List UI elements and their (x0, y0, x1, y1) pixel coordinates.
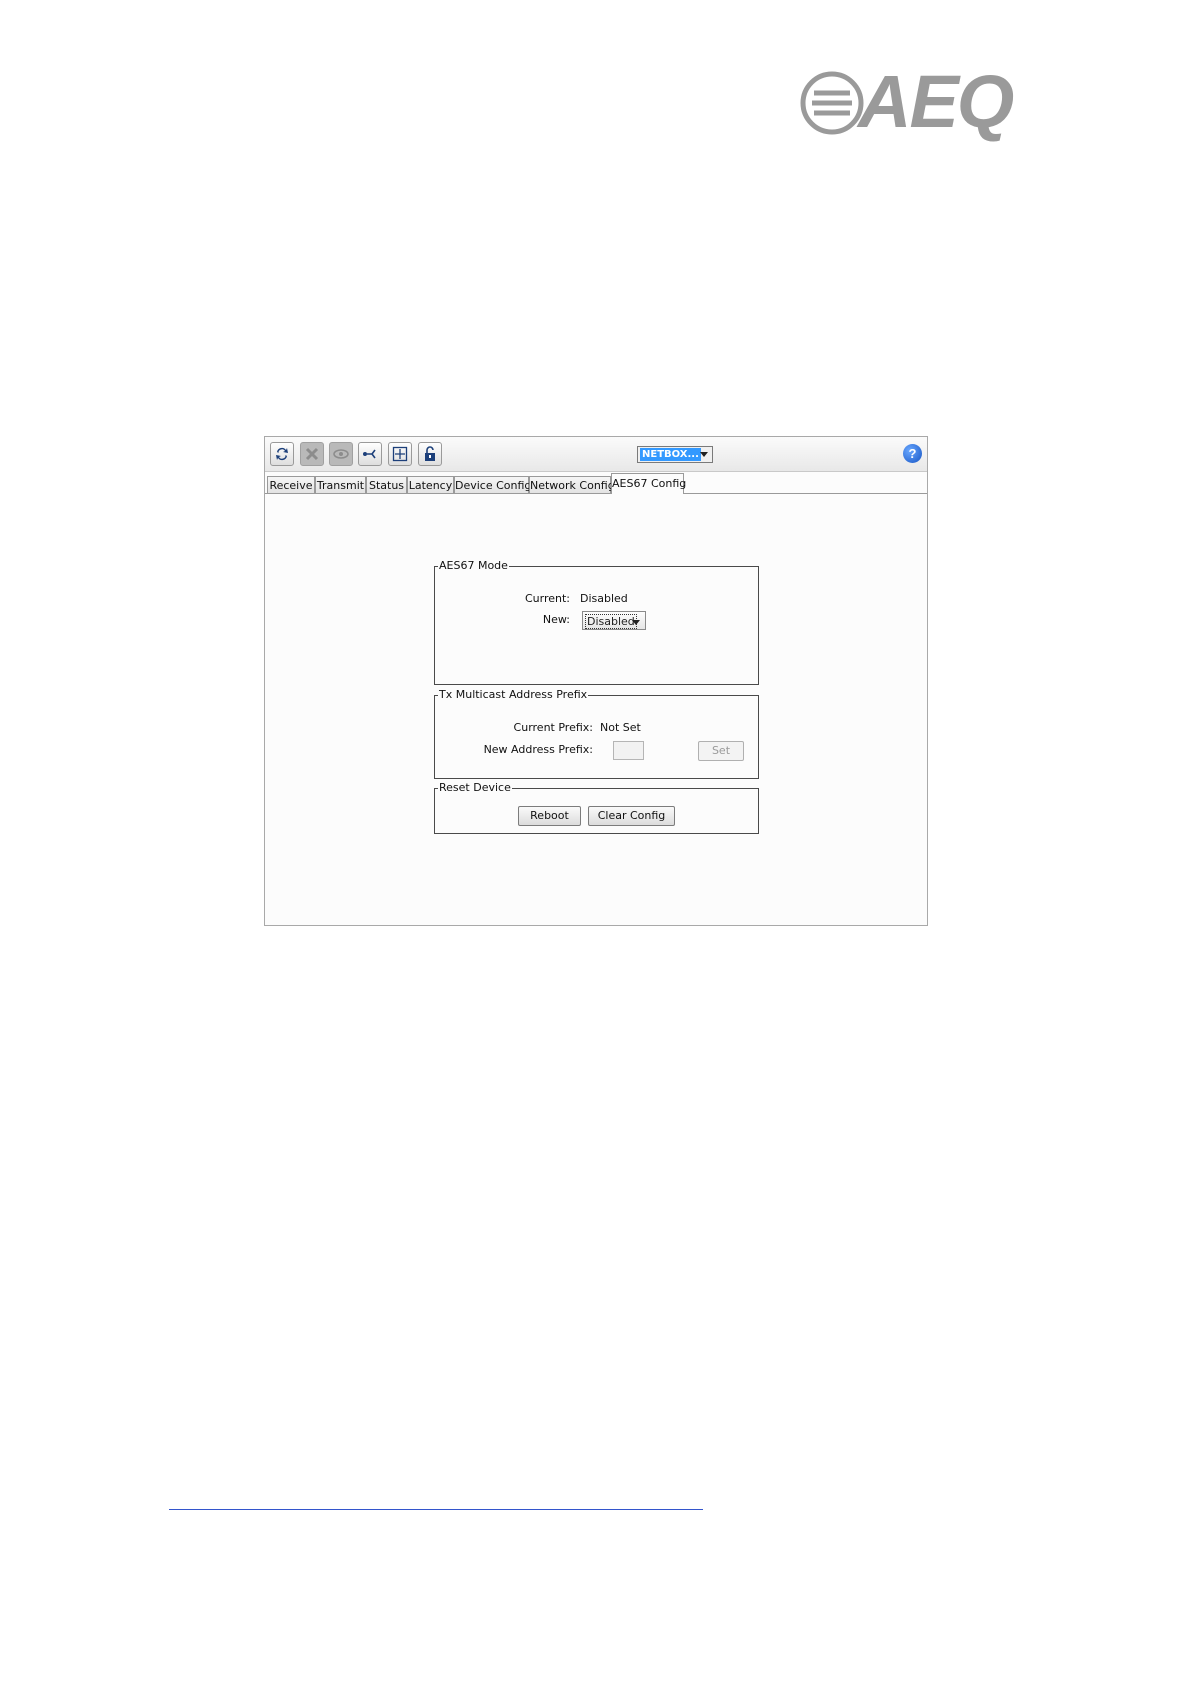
tab-status[interactable]: Status (366, 476, 407, 493)
aes67-config-panel: AES67 Mode Current: Disabled New: Disabl… (265, 493, 927, 926)
aes67-mode-group: AES67 Mode Current: Disabled New: Disabl… (434, 559, 759, 685)
refresh-button[interactable] (270, 442, 294, 466)
aeq-logo: AEQ (800, 62, 1020, 142)
chevron-down-icon (632, 620, 640, 625)
set-prefix-button[interactable]: Set (698, 741, 744, 761)
reboot-button[interactable]: Reboot (518, 806, 581, 826)
plus-box-button[interactable] (388, 442, 412, 466)
device-select-value: NETBOX... (640, 448, 701, 461)
aeq-logo-text: AEQ (858, 60, 1014, 143)
network-icon (363, 449, 376, 459)
device-select[interactable]: NETBOX... (637, 446, 713, 463)
current-prefix-value: Not Set (600, 721, 641, 734)
new-prefix-label: New Address Prefix: (483, 743, 593, 756)
eye-button[interactable] (329, 442, 353, 466)
tab-device-config[interactable]: Device Config (454, 476, 531, 493)
dante-controller-window: NETBOX... ? Receive Transmit Status Late… (264, 436, 928, 926)
chevron-down-icon (700, 452, 708, 457)
new-mode-select[interactable]: Disabled (582, 611, 646, 630)
tools-button[interactable] (300, 442, 324, 466)
tab-aes67-config[interactable]: AES67 Config (611, 473, 686, 494)
help-button[interactable]: ? (903, 444, 922, 463)
reset-device-group: Reset Device Reboot Clear Config (434, 781, 759, 834)
network-button[interactable] (358, 442, 382, 466)
tab-receive[interactable]: Receive (267, 476, 315, 493)
tab-network-config[interactable]: Network Config (529, 476, 615, 493)
tx-multicast-prefix-group: Tx Multicast Address Prefix Current Pref… (434, 688, 759, 779)
aeq-logo-mark-icon (800, 71, 864, 135)
refresh-icon (276, 447, 288, 461)
tab-transmit[interactable]: Transmit (315, 476, 366, 493)
tx-multicast-prefix-title: Tx Multicast Address Prefix (438, 688, 589, 702)
toolbar: NETBOX... ? (265, 437, 927, 472)
new-prefix-input[interactable] (613, 741, 644, 760)
new-mode-select-value: Disabled (585, 614, 637, 629)
eye-icon (333, 449, 349, 459)
current-mode-value: Disabled (580, 592, 628, 605)
tab-latency[interactable]: Latency (407, 476, 454, 493)
new-mode-label: New: (542, 613, 570, 626)
reset-device-title: Reset Device (438, 781, 512, 795)
clear-config-button[interactable]: Clear Config (588, 806, 675, 826)
lock-icon (425, 446, 435, 461)
tools-icon (305, 447, 319, 461)
plus-box-icon (392, 446, 408, 462)
current-mode-label: Current: (524, 592, 570, 605)
current-prefix-label: Current Prefix: (513, 721, 593, 734)
footer-divider (169, 1509, 703, 1510)
aes67-mode-title: AES67 Mode (438, 559, 509, 573)
lock-button[interactable] (418, 442, 442, 466)
